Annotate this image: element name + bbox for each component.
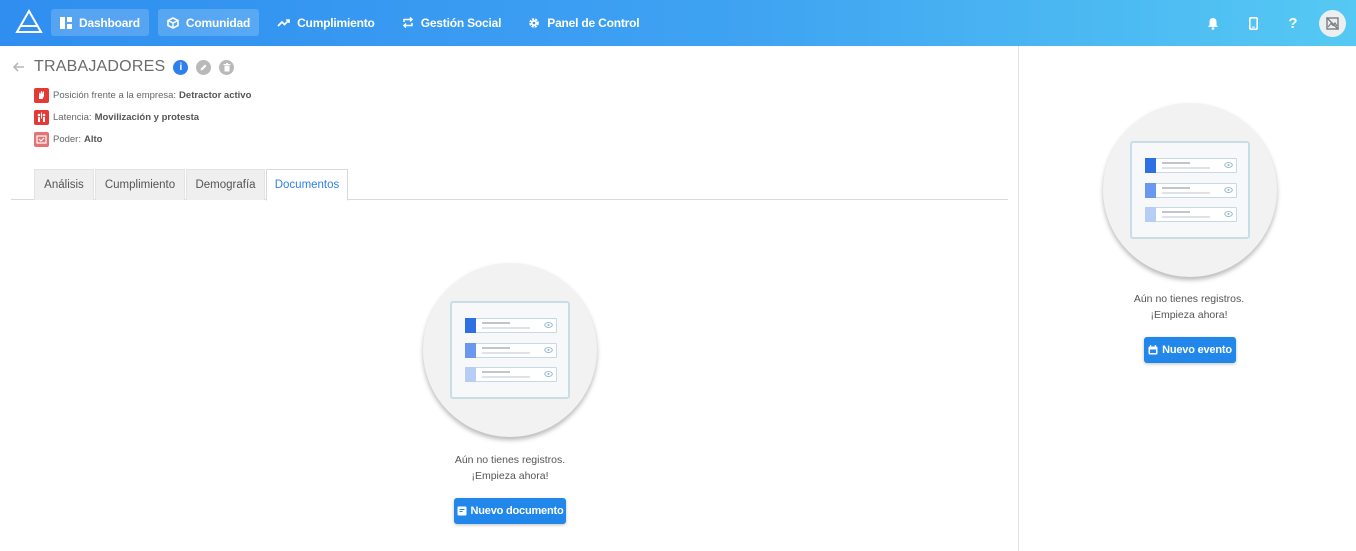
new-event-button[interactable]: Nuevo evento (1144, 337, 1236, 363)
new-document-label: Nuevo documento (470, 505, 564, 517)
event-list-illustration (1130, 141, 1250, 239)
empty-state-line1: Aún no tienes registros. (454, 454, 566, 466)
side-empty-state-line1: Aún no tienes registros. (1133, 293, 1245, 305)
attribute-position: Posición frente a la empresa: Detractor … (34, 84, 251, 106)
eye-icon (1224, 187, 1233, 193)
dashboard-icon (60, 16, 72, 29)
tab-analisis[interactable]: Análisis (34, 169, 94, 200)
attribute-latency-value: Movilización y protesta (94, 111, 200, 123)
nav-cumplimiento-label: Cumplimiento (297, 15, 375, 30)
protest-icon (34, 109, 49, 125)
nav-panel-de-control[interactable]: Panel de Control (519, 9, 648, 36)
attribute-position-value: Detractor activo (179, 89, 252, 101)
attribute-power: Poder: Alto (34, 128, 251, 150)
gear-icon (529, 17, 540, 28)
tab-bar: Análisis Cumplimiento Demografía Documen… (11, 169, 1008, 201)
attribute-power-label: Poder: (53, 133, 81, 145)
document-list-illustration (450, 301, 570, 399)
attribute-latency: Latencia: Movilización y protesta (34, 106, 251, 128)
bell-icon (1208, 17, 1218, 30)
hand-icon (34, 87, 49, 103)
side-panel: Aún no tienes registros. ¡Empieza ahora!… (1018, 46, 1356, 551)
page-header: TRABAJADORES i (12, 58, 242, 76)
trash-icon[interactable] (219, 59, 235, 75)
top-navbar: Dashboard Comunidad Cumplimiento Gestión… (0, 0, 1356, 46)
tab-cumplimiento[interactable]: Cumplimiento (95, 169, 185, 200)
side-empty-state-line2: ¡Empieza ahora! (1150, 309, 1228, 321)
calendar-add-icon (1148, 345, 1158, 355)
edit-icon[interactable] (196, 59, 212, 75)
tab-demografia[interactable]: Demografía (186, 169, 265, 200)
page-title: TRABAJADORES (34, 58, 166, 75)
document-add-icon (457, 506, 467, 516)
eye-icon (544, 371, 553, 377)
mobile-button[interactable] (1233, 8, 1273, 38)
eye-icon (1224, 162, 1233, 168)
nav-dashboard-label: Dashboard (79, 15, 140, 30)
nav-panel-de-control-label: Panel de Control (547, 15, 640, 30)
help-icon: ? (1288, 14, 1298, 32)
attribute-latency-label: Latencia: (53, 111, 92, 123)
notifications-button[interactable] (1193, 8, 1233, 38)
help-button[interactable]: ? (1273, 8, 1313, 38)
side-empty-state-text: Aún no tienes registros. ¡Empieza ahora! (1089, 291, 1289, 323)
nav-comunidad[interactable]: Comunidad (157, 9, 260, 36)
nav-comunidad-label: Comunidad (185, 15, 251, 30)
new-event-label: Nuevo evento (1162, 344, 1232, 356)
attribute-power-value: Alto (84, 133, 103, 145)
nav-dashboard[interactable]: Dashboard (51, 9, 149, 36)
tab-documentos[interactable]: Documentos (266, 169, 348, 201)
eye-icon (544, 347, 553, 353)
app-logo-icon[interactable] (15, 9, 43, 34)
trend-icon (277, 18, 290, 27)
empty-state-line2: ¡Empieza ahora! (471, 470, 549, 482)
nav-cumplimiento[interactable]: Cumplimiento (268, 9, 384, 36)
empty-state-text: Aún no tienes registros. ¡Empieza ahora! (410, 452, 610, 484)
repeat-icon (402, 17, 413, 28)
mobile-icon (1248, 16, 1258, 30)
no-image-icon (1326, 16, 1339, 30)
side-empty-state-illustration (1103, 103, 1277, 277)
cube-icon (167, 16, 179, 29)
eye-icon (1224, 211, 1233, 217)
nav-gestion-social[interactable]: Gestión Social (393, 9, 511, 36)
back-arrow-icon[interactable] (12, 59, 29, 75)
new-document-button[interactable]: Nuevo documento (454, 498, 566, 524)
empty-state-illustration (423, 263, 597, 437)
nav-gestion-social-label: Gestión Social (420, 15, 502, 30)
attribute-position-label: Posición frente a la empresa: (53, 89, 177, 101)
eye-icon (544, 322, 553, 328)
main-content: TRABAJADORES i Posición frente a la empr… (0, 46, 1019, 551)
attribute-list: Posición frente a la empresa: Detractor … (34, 84, 251, 150)
info-icon[interactable]: i (173, 59, 189, 75)
avatar[interactable] (1319, 9, 1346, 37)
power-icon (34, 131, 49, 147)
